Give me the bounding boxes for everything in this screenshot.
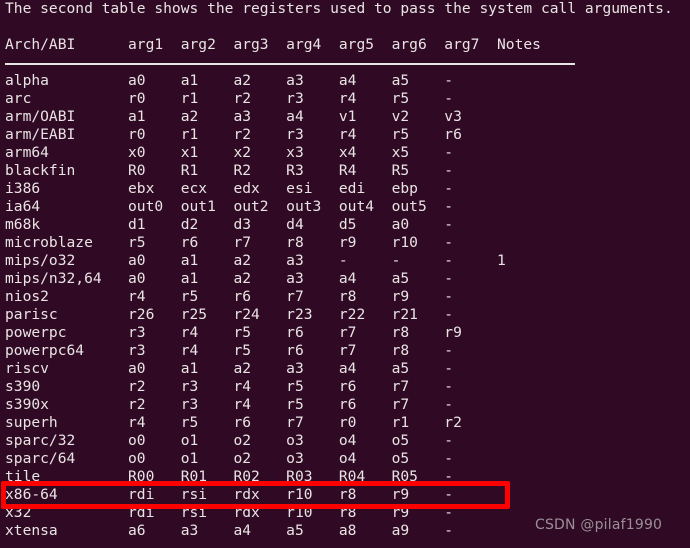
table-row: powerpc64 r3 r4 r5 r6 r7 r8 - — [5, 342, 454, 359]
table-row: riscv a0 a1 a2 a3 a4 a5 - — [5, 360, 454, 377]
table-row: xtensa a6 a3 a4 a5 a8 a9 - — [5, 522, 454, 539]
table-row: m68k d1 d2 d3 d4 d5 a0 - — [5, 216, 454, 233]
table-row: alpha a0 a1 a2 a3 a4 a5 - — [5, 72, 454, 89]
table-row: microblaze r5 r6 r7 r8 r9 r10 - — [5, 234, 454, 251]
table-row: i386 ebx ecx edx esi edi ebp - — [5, 180, 454, 197]
table-row: tile R00 R01 R02 R03 R04 R05 - — [5, 468, 454, 485]
table-row: s390x r2 r3 r4 r5 r6 r7 - — [5, 396, 454, 413]
header-separator-rule — [5, 63, 575, 65]
table-column-header: Arch/ABI arg1 arg2 arg3 arg4 arg5 arg6 a… — [5, 36, 541, 53]
table-row: arm/EABI r0 r1 r2 r3 r4 r5 r6 — [5, 126, 462, 143]
table-row: superh r4 r5 r6 r7 r0 r1 r2 — [5, 414, 462, 431]
table-row: arm64 x0 x1 x2 x3 x4 x5 - — [5, 144, 454, 161]
table-row: mips/n32,64 a0 a1 a2 a3 a4 a5 - — [5, 270, 454, 287]
table-row: s390 r2 r3 r4 r5 r6 r7 - — [5, 378, 454, 395]
table-row: sparc/64 o0 o1 o2 o3 o4 o5 - — [5, 450, 454, 467]
table-row: parisc r26 r25 r24 r23 r22 r21 - — [5, 306, 454, 323]
table-row: arm/OABI a1 a2 a3 a4 v1 v2 v3 — [5, 108, 462, 125]
intro-paragraph: The second table shows the registers use… — [5, 0, 673, 17]
table-row: x86-64 rdi rsi rdx r10 r8 r9 - — [5, 486, 454, 503]
watermark-label: CSDN @pilaf1990 — [535, 517, 663, 533]
table-row: ia64 out0 out1 out2 out3 out4 out5 - — [5, 198, 454, 215]
table-row: arc r0 r1 r2 r3 r4 r5 - — [5, 90, 454, 107]
table-row: sparc/32 o0 o1 o2 o3 o4 o5 - — [5, 432, 454, 449]
table-body: alpha a0 a1 a2 a3 a4 a5 - arc r0 r1 r2 r3… — [0, 72, 506, 540]
table-row: mips/o32 a0 a1 a2 a3 - - - 1 — [5, 252, 506, 269]
table-row: x32 rdi rsi rdx r10 r8 r9 - — [5, 504, 454, 521]
terminal-window[interactable]: The second table shows the registers use… — [0, 0, 690, 548]
table-row: nios2 r4 r5 r6 r7 r8 r9 - — [5, 288, 454, 305]
table-row: blackfin R0 R1 R2 R3 R4 R5 - — [5, 162, 454, 179]
table-row: powerpc r3 r4 r5 r6 r7 r8 r9 — [5, 324, 462, 341]
